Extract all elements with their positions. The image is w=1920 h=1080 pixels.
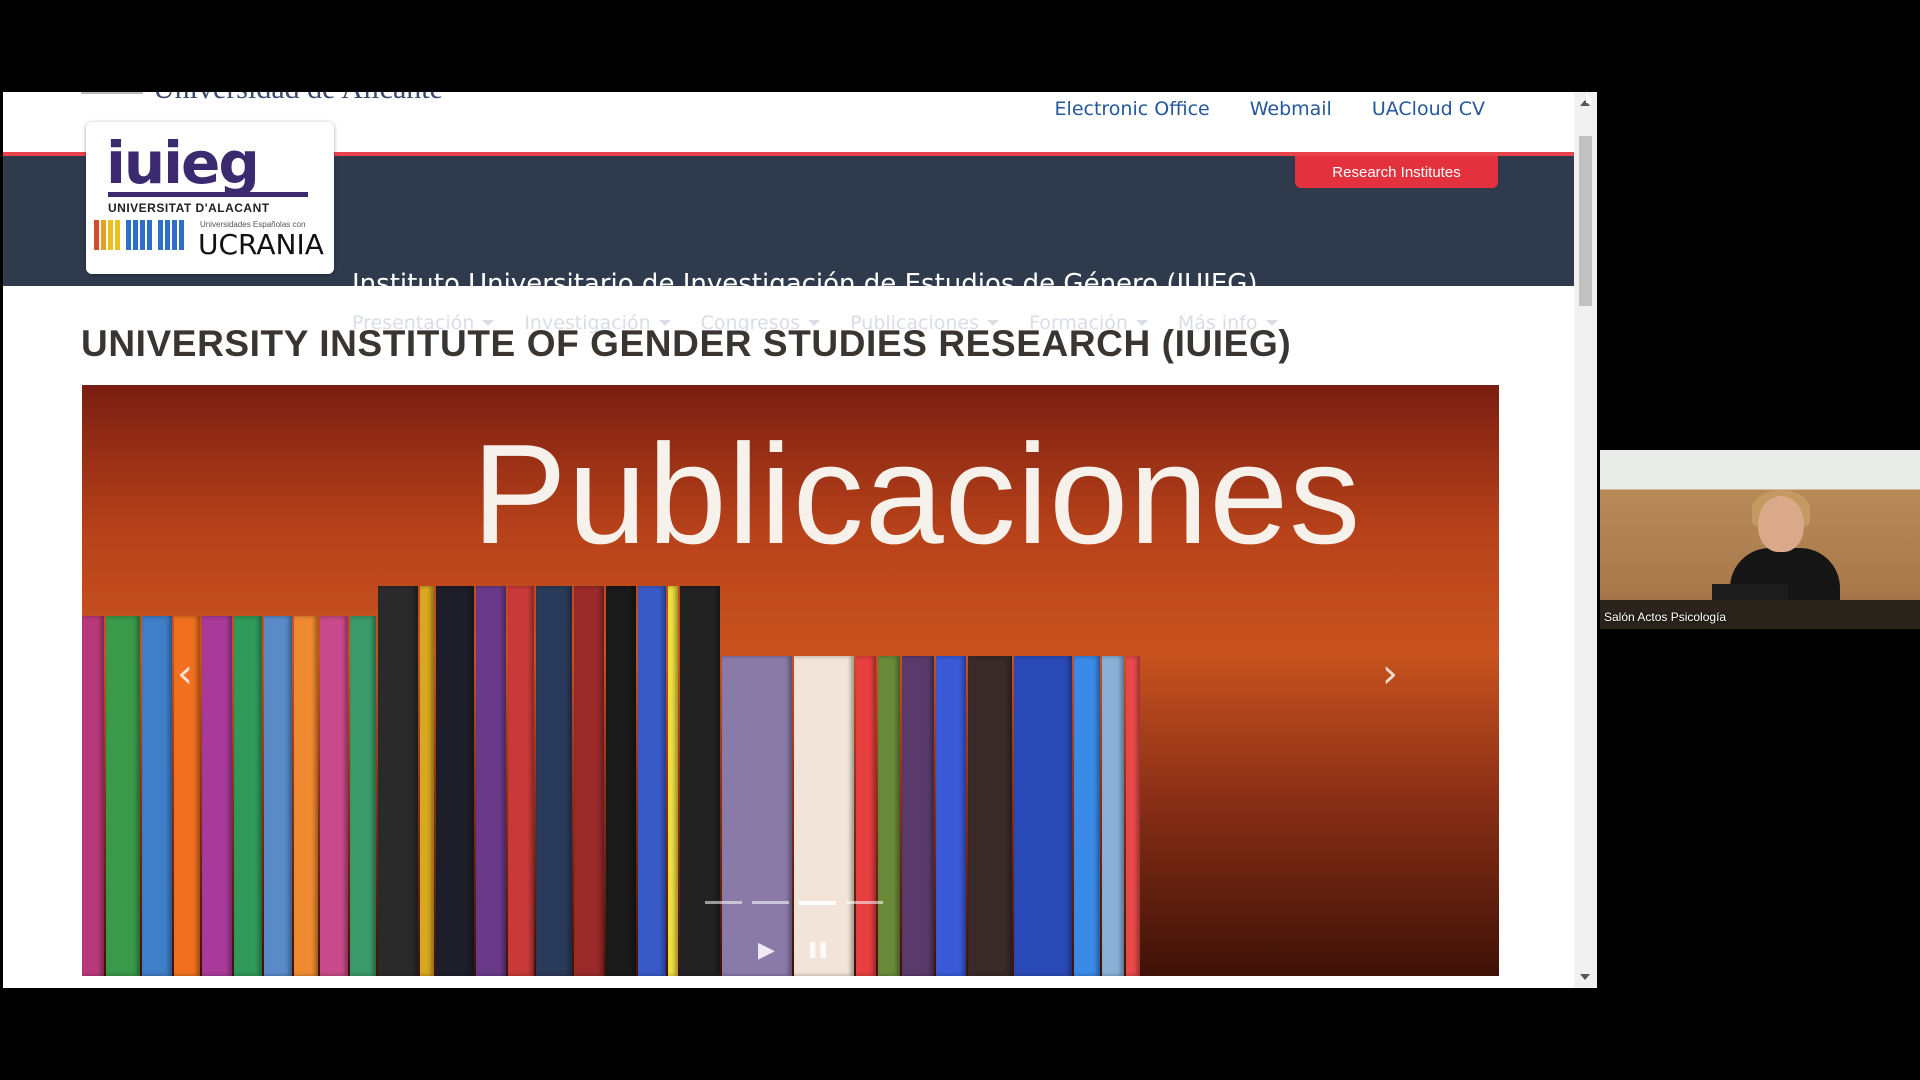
carousel-prev-icon[interactable]: ‹ — [177, 651, 193, 697]
book-spine — [936, 656, 966, 976]
book-spine — [264, 616, 292, 976]
book-spine — [638, 586, 666, 976]
book-spine — [1126, 656, 1140, 976]
video-location-label: Salón Actos Psicología — [1604, 610, 1727, 624]
book-spine — [82, 616, 104, 976]
university-mark-icon — [81, 92, 143, 100]
webmail-link[interactable]: Webmail — [1250, 98, 1332, 120]
pause-icon[interactable]: ❚❚ — [806, 939, 830, 959]
logo-text: iuieg — [106, 129, 260, 197]
book-spine — [508, 586, 534, 976]
book-spine — [202, 616, 232, 976]
carousel[interactable]: Publicaciones ‹ › ▶ ❚❚ — [82, 385, 1499, 976]
carousel-indicators — [705, 901, 883, 905]
page-scrollbar[interactable] — [1574, 92, 1597, 988]
book-spine — [476, 586, 506, 976]
book-spine — [722, 656, 792, 976]
ukraine-logo-icon — [94, 220, 184, 250]
logo-subtitle: UNIVERSITAT D'ALACANT — [108, 201, 270, 215]
play-icon[interactable]: ▶ — [758, 937, 775, 963]
book-spine — [378, 586, 418, 976]
carousel-indicator[interactable] — [705, 901, 742, 904]
scroll-down-icon[interactable] — [1580, 974, 1590, 980]
book-spine — [536, 586, 572, 976]
carousel-next-icon[interactable]: › — [1382, 651, 1398, 697]
carousel-indicator[interactable] — [799, 901, 836, 905]
book-spine — [234, 616, 262, 976]
book-spine — [902, 656, 934, 976]
book-spine — [350, 616, 376, 976]
speaker-video: Salón Actos Psicología — [1600, 450, 1920, 629]
logo-underline — [108, 192, 308, 197]
book-spine — [106, 616, 140, 976]
book-spine — [320, 616, 348, 976]
book-spine — [878, 656, 900, 976]
scroll-thumb[interactable] — [1579, 136, 1592, 306]
book-spine — [1074, 656, 1100, 976]
book-spine — [1102, 656, 1124, 976]
university-logo[interactable]: Universidad de Alicante — [81, 92, 443, 106]
mouse-cursor-icon — [1586, 91, 1592, 103]
logo-country: UCRANIA — [198, 228, 324, 261]
book-spine — [294, 616, 318, 976]
university-name: Universidad de Alicante — [153, 92, 443, 106]
speaker-head — [1758, 496, 1804, 552]
electronic-office-link[interactable]: Electronic Office — [1055, 98, 1210, 120]
book-spine — [436, 586, 474, 976]
book-spine — [420, 586, 434, 976]
carousel-indicator[interactable] — [846, 901, 883, 904]
site-title: Instituto Universitario de Investigación… — [352, 269, 1258, 299]
research-institutes-button[interactable]: Research Institutes — [1295, 156, 1498, 188]
iuieg-logo[interactable]: iuieg UNIVERSITAT D'ALACANT Universidade… — [86, 122, 334, 274]
carousel-indicator[interactable] — [752, 901, 789, 904]
book-spine — [968, 656, 1012, 976]
book-spine — [680, 586, 720, 976]
book-spine — [668, 586, 678, 976]
book-spine — [142, 616, 172, 976]
book-spine — [794, 656, 854, 976]
uacloud-link[interactable]: UACloud CV — [1372, 98, 1485, 120]
top-links: Electronic Office Webmail UACloud CV — [1055, 98, 1485, 120]
book-spine — [574, 586, 604, 976]
book-spine — [1014, 656, 1072, 976]
page-title: UNIVERSITY INSTITUTE OF GENDER STUDIES R… — [81, 323, 1292, 364]
book-spine — [606, 586, 636, 976]
carousel-slide-text: Publicaciones — [472, 415, 1362, 574]
browser-viewport: Universidad de Alicante Electronic Offic… — [3, 92, 1597, 988]
book-spine — [856, 656, 876, 976]
